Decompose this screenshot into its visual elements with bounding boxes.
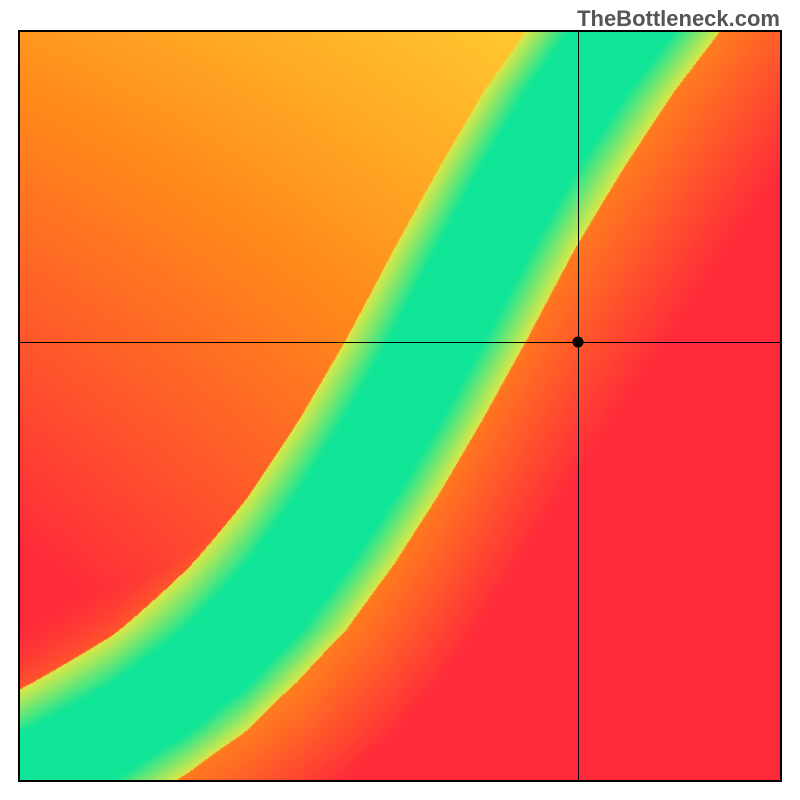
crosshair-vertical bbox=[578, 32, 579, 780]
crosshair-horizontal bbox=[20, 342, 780, 343]
watermark-text: TheBottleneck.com bbox=[577, 6, 780, 32]
plot-area bbox=[18, 30, 782, 782]
heatmap-canvas bbox=[20, 32, 780, 780]
data-marker bbox=[572, 337, 583, 348]
